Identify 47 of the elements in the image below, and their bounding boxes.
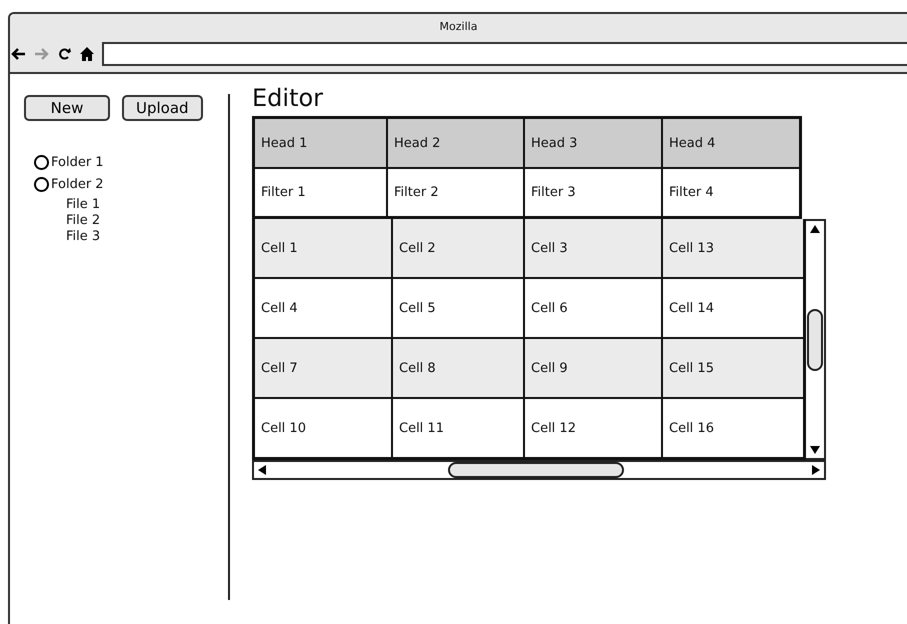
radio-button[interactable] — [34, 176, 49, 192]
table-cell: Cell 5 — [393, 279, 525, 337]
table-cell: Cell 1 — [255, 219, 393, 277]
table-cell: Cell 10 — [255, 399, 393, 457]
table-cell: Cell 9 — [525, 339, 663, 397]
table-cell: Cell 6 — [525, 279, 663, 337]
back-arrow-icon[interactable] — [10, 47, 26, 61]
file-item[interactable]: File 1 — [66, 197, 228, 213]
up-arrow-icon[interactable] — [808, 223, 822, 235]
down-arrow-icon[interactable] — [808, 444, 822, 456]
table-cell: Cell 3 — [525, 219, 663, 277]
window-title: Mozilla — [438, 19, 478, 35]
filter-cell[interactable]: Filter 3 — [525, 169, 663, 216]
table-cell-text: Cell 15 — [668, 360, 715, 378]
editor-title: Editor — [252, 84, 324, 114]
folder-label[interactable]: Folder 1 — [51, 154, 104, 170]
table-cell-text: Cell 16 — [668, 420, 715, 438]
table-cell: Cell 12 — [525, 399, 663, 457]
folder-label[interactable]: Folder 2 — [51, 176, 104, 192]
column-header[interactable]: Head 2 — [388, 119, 525, 167]
horizontal-scrollbar[interactable] — [252, 460, 826, 480]
column-header[interactable]: Head 4 — [663, 119, 799, 167]
filter-cell[interactable]: Filter 1 — [255, 169, 388, 216]
table-cell: Cell 7 — [255, 339, 393, 397]
reload-icon[interactable] — [58, 47, 72, 61]
table-cell: Cell 11 — [393, 399, 525, 457]
column-header[interactable]: Head 3 — [525, 119, 663, 167]
address-field[interactable] — [102, 42, 907, 66]
table-cell: Cell 8 — [393, 339, 525, 397]
column-header[interactable]: Head 1 — [255, 119, 388, 167]
home-icon[interactable] — [80, 47, 94, 61]
radio-button[interactable] — [34, 154, 49, 170]
table-cell: Cell 4 — [255, 279, 393, 337]
sidebar-button[interactable]: New — [24, 95, 110, 121]
file-item[interactable]: File 2 — [66, 213, 228, 229]
sidebar-button[interactable]: Upload — [122, 95, 203, 121]
scroll-thumb[interactable] — [448, 462, 624, 478]
filter-cell[interactable]: Filter 2 — [388, 169, 525, 216]
table-cell-text: Cell 14 — [668, 300, 715, 318]
left-arrow-icon[interactable] — [256, 463, 268, 477]
right-arrow-icon[interactable] — [810, 463, 822, 477]
table-cell-text: Cell 13 — [668, 240, 715, 258]
file-item[interactable]: File 3 — [66, 229, 228, 245]
table-cell: Cell 2 — [393, 219, 525, 277]
scroll-thumb[interactable] — [807, 308, 823, 370]
vertical-scrollbar[interactable] — [806, 219, 826, 460]
filter-cell[interactable]: Filter 4 — [663, 169, 799, 216]
